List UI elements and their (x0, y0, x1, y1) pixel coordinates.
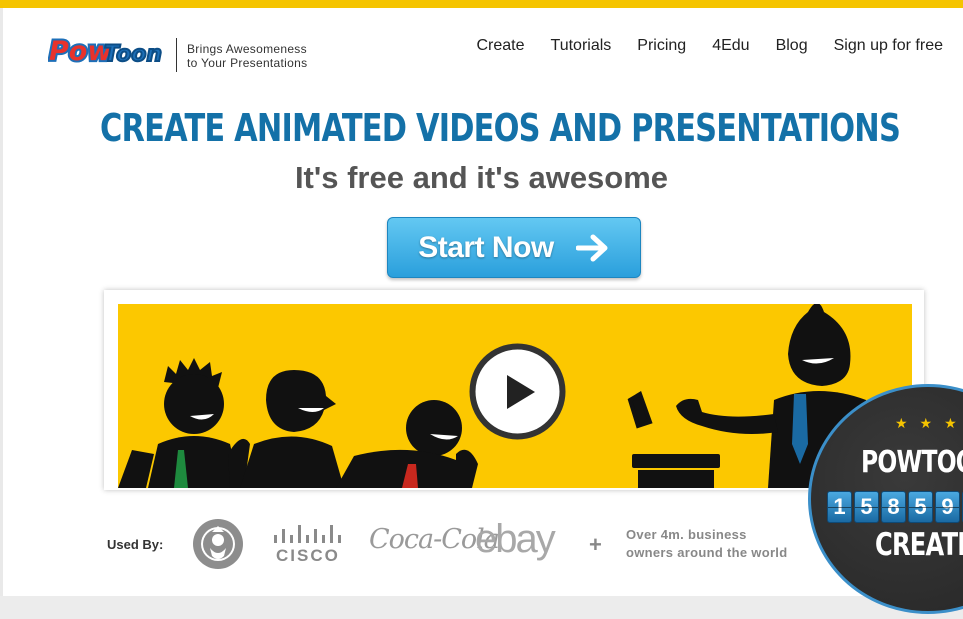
counter-digit: 9 (935, 491, 960, 523)
counter-digit: 5 (908, 491, 933, 523)
top-accent-bar (0, 0, 963, 8)
counter-footer: CREATED (875, 527, 963, 563)
starbucks-logo-icon (193, 519, 243, 569)
hero-headline-wrap: CREATE ANIMATED VIDEOS AND PRESENTATIONS (0, 106, 963, 150)
nav-signup[interactable]: Sign up for free (834, 37, 943, 55)
start-now-label: Start Now (418, 230, 554, 264)
ebay-logo-text: ebay (475, 517, 556, 561)
business-line1: Over 4m. business (626, 527, 747, 542)
nav-tutorials[interactable]: Tutorials (551, 37, 612, 55)
main-nav: Create Tutorials Pricing 4Edu Blog Sign … (450, 37, 943, 55)
nav-blog[interactable]: Blog (776, 37, 808, 55)
hero-subline: It's free and it's awesome (294, 160, 669, 195)
stars-icon: ★★★ (895, 415, 963, 431)
nav-4edu[interactable]: 4Edu (712, 37, 749, 55)
cisco-bars-icon (274, 525, 341, 543)
tagline-line1: Brings Awesomeness (187, 42, 307, 56)
counter-digit: 5 (854, 491, 879, 523)
nav-create[interactable]: Create (476, 37, 524, 55)
left-edge-shadow (0, 8, 3, 619)
powtoon-logo[interactable]: Pow Pow Toon (48, 30, 166, 72)
logo-divider (176, 38, 177, 72)
brand-tagline: Brings Awesomeness to Your Presentations (187, 42, 307, 70)
svg-text:Toon: Toon (104, 42, 162, 67)
cisco-logo-text: CISCO (276, 546, 340, 565)
arrow-right-icon (575, 234, 608, 261)
counter-digit: 1 (827, 491, 852, 523)
business-count-text: Over 4m. business owners around the worl… (626, 526, 787, 562)
counter-badge-circle: ★★★ POWTOONS 1 5 8 5 9 9 CREATED (808, 384, 963, 614)
counter-digit: 8 (881, 491, 906, 523)
hero-headline: CREATE ANIMATED VIDEOS AND PRESENTATIONS (100, 106, 901, 150)
used-by-label: Used By: (107, 537, 164, 552)
play-button-icon[interactable] (469, 343, 566, 440)
powtoons-created-counter: ★★★ POWTOONS 1 5 8 5 9 9 CREATED (808, 384, 963, 619)
counter-title: POWTOONS (861, 445, 963, 480)
nav-pricing[interactable]: Pricing (637, 37, 686, 55)
business-line2: owners around the world (626, 545, 788, 560)
start-now-button[interactable]: Start Now (387, 217, 641, 278)
tagline-line2: to Your Presentations (187, 56, 308, 70)
counter-digits: 1 5 8 5 9 9 (827, 491, 963, 523)
plus-icon: + (589, 532, 602, 557)
